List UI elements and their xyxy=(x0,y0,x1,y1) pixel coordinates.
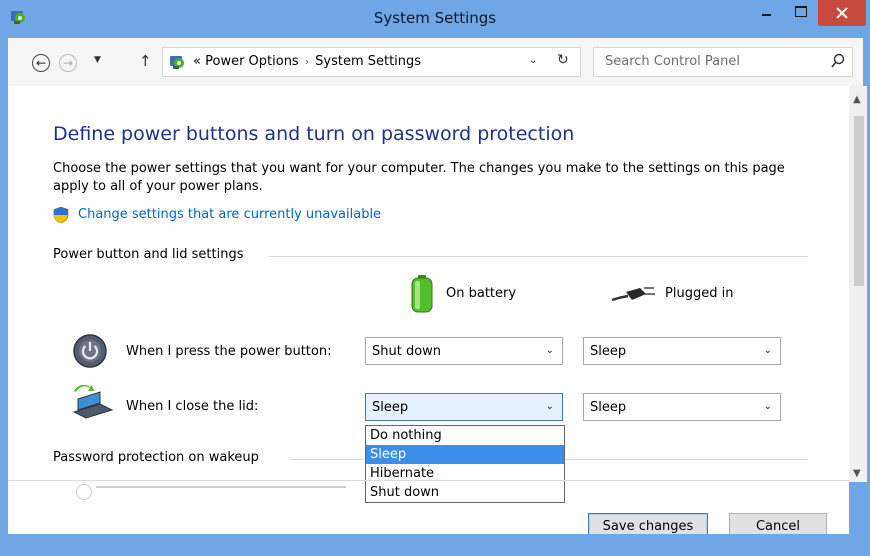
dropdown-option[interactable]: Do nothing xyxy=(366,426,564,445)
title-bar[interactable]: System Settings xyxy=(0,0,870,38)
content-pane: Define power buttons and turn on passwor… xyxy=(8,86,849,534)
breadcrumb-power-options[interactable]: Power Options xyxy=(205,54,299,69)
vertical-scrollbar[interactable]: ▲ ▼ xyxy=(849,86,867,482)
on-battery-column-header: On battery xyxy=(446,286,517,301)
scroll-down-icon[interactable]: ▼ xyxy=(853,468,861,479)
dropdown-option[interactable]: Shut down xyxy=(366,483,564,502)
navigation-bar: ← → ▼ ↑ « Power Options › System Settings … xyxy=(8,38,863,86)
chevron-down-icon: ⌄ xyxy=(763,345,772,356)
lid-plugged-value: Sleep xyxy=(590,400,627,415)
breadcrumb-system-settings[interactable]: System Settings xyxy=(315,54,421,69)
power-button-row-label: When I press the power button: xyxy=(126,344,332,359)
dropdown-option-selected[interactable]: Sleep xyxy=(366,445,564,464)
chevron-down-icon: ⌄ xyxy=(545,401,554,412)
breadcrumb-separator[interactable]: › xyxy=(299,55,315,68)
require-password-radio-label xyxy=(96,482,346,488)
breadcrumb-overflow[interactable]: « xyxy=(193,54,201,69)
laptop-lid-icon xyxy=(72,384,114,419)
section-divider xyxy=(566,459,808,460)
address-bar[interactable]: « Power Options › System Settings ⌄ ↻ xyxy=(162,47,581,77)
recent-pages-chevron-icon[interactable]: ▼ xyxy=(94,55,101,65)
search-input[interactable]: Search Control Panel xyxy=(593,47,853,77)
chevron-down-icon: ⌄ xyxy=(545,345,554,356)
refresh-icon[interactable]: ↻ xyxy=(557,52,569,68)
address-history-chevron-icon[interactable]: ⌄ xyxy=(529,55,537,66)
save-changes-button[interactable]: Save changes xyxy=(588,513,708,534)
battery-icon xyxy=(411,275,433,313)
control-panel-icon xyxy=(170,56,184,69)
power-button-battery-select[interactable]: Shut down ⌄ xyxy=(365,337,563,365)
page-description: Choose the power settings that you want … xyxy=(53,161,785,194)
lid-row-label: When I close the lid: xyxy=(126,399,259,414)
window-title: System Settings xyxy=(373,9,497,27)
back-arrow-icon[interactable]: ← xyxy=(32,54,50,72)
lid-battery-select[interactable]: Sleep ⌄ xyxy=(365,393,563,421)
maximize-button[interactable] xyxy=(786,0,816,26)
password-protection-heading: Password protection on wakeup xyxy=(53,450,259,465)
power-button-lid-heading: Power button and lid settings xyxy=(53,247,244,262)
window: System Settings ← → ▼ ↑ « Power Options ›… xyxy=(0,0,870,556)
footer-divider xyxy=(8,480,849,481)
lid-battery-dropdown-list[interactable]: Do nothing Sleep Hibernate Shut down xyxy=(365,425,565,503)
section-divider xyxy=(268,256,808,257)
cancel-button[interactable]: Cancel xyxy=(729,513,827,534)
plugged-in-column-header: Plugged in xyxy=(665,286,734,301)
power-button-battery-value: Shut down xyxy=(372,344,442,359)
lid-plugged-select[interactable]: Sleep ⌄ xyxy=(583,393,781,421)
power-button-icon xyxy=(73,334,107,368)
forward-arrow-icon[interactable]: → xyxy=(59,54,77,72)
power-button-plugged-value: Sleep xyxy=(590,344,627,359)
change-unavailable-settings-link[interactable]: Change settings that are currently unava… xyxy=(78,207,381,222)
minimize-button[interactable] xyxy=(752,0,782,26)
up-arrow-icon[interactable]: ↑ xyxy=(139,52,152,70)
breadcrumb: « Power Options › System Settings xyxy=(193,54,421,69)
scroll-thumb[interactable] xyxy=(854,116,864,286)
chevron-down-icon: ⌄ xyxy=(763,401,772,412)
scroll-up-icon[interactable]: ▲ xyxy=(853,94,861,105)
page-title: Define power buttons and turn on passwor… xyxy=(53,123,575,145)
shield-icon xyxy=(53,206,69,224)
close-button[interactable] xyxy=(818,0,866,26)
require-password-radio[interactable] xyxy=(76,484,92,500)
power-button-plugged-select[interactable]: Sleep ⌄ xyxy=(583,337,781,365)
search-icon[interactable] xyxy=(831,53,845,69)
search-placeholder: Search Control Panel xyxy=(605,54,740,69)
section-divider xyxy=(290,459,364,460)
plug-icon xyxy=(611,287,655,302)
lid-battery-value: Sleep xyxy=(372,400,409,415)
